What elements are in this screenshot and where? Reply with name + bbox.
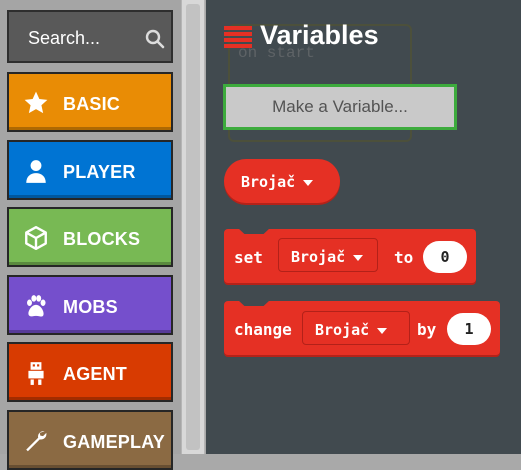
category-gameplay[interactable]: GAMEPLAY [7, 410, 173, 470]
list-icon [224, 26, 252, 48]
variable-name: Brojač [315, 321, 370, 339]
set-variable-block[interactable]: set Brojač to 0 [224, 228, 476, 283]
category-basic[interactable]: BASIC [7, 72, 173, 132]
category-player[interactable]: PLAYER [7, 140, 173, 200]
search-icon[interactable] [145, 29, 165, 49]
cube-icon [25, 225, 47, 251]
robot-icon [28, 362, 44, 385]
variable-dropdown[interactable]: Brojač [302, 311, 410, 345]
set-keyword: set [234, 248, 263, 267]
variable-reporter-block[interactable]: Brojač [224, 159, 340, 203]
user-icon [26, 160, 46, 183]
value-input[interactable]: 1 [447, 313, 491, 345]
search-box[interactable]: Search... [7, 10, 173, 63]
category-mobs[interactable]: MOBS [7, 275, 173, 335]
variable-dropdown[interactable]: Brojač [278, 238, 378, 272]
category-agent[interactable]: AGENT [7, 342, 173, 402]
to-label: to [394, 248, 414, 267]
search-placeholder: Search... [28, 28, 101, 48]
category-label: PLAYER [63, 162, 136, 182]
star-icon [24, 91, 48, 114]
paw-icon [27, 295, 46, 317]
toolbox-scrollbar[interactable] [181, 0, 205, 454]
chevron-down-icon [353, 254, 364, 261]
toolbox: Search... BASIC PLAYER BLOCKS MOBS AGENT… [0, 0, 181, 470]
chevron-down-icon[interactable] [303, 179, 314, 186]
wrench-icon [26, 431, 47, 452]
make-variable-button[interactable]: Make a Variable... [223, 84, 457, 130]
change-variable-block[interactable]: change Brojač by 1 [224, 300, 500, 355]
value-input[interactable]: 0 [423, 241, 467, 273]
variable-name: Brojač [241, 173, 296, 191]
chevron-down-icon [377, 327, 388, 334]
scrollbar-thumb[interactable] [186, 4, 200, 450]
by-label: by [417, 320, 437, 339]
category-label: MOBS [63, 297, 118, 317]
category-label: GAMEPLAY [63, 432, 165, 452]
flyout-title: Variables [260, 20, 379, 50]
category-label: BASIC [63, 94, 121, 114]
category-label: BLOCKS [63, 229, 141, 249]
change-keyword: change [234, 320, 292, 339]
category-blocks[interactable]: BLOCKS [7, 207, 173, 267]
variable-name: Brojač [291, 248, 346, 266]
category-label: AGENT [63, 364, 127, 384]
